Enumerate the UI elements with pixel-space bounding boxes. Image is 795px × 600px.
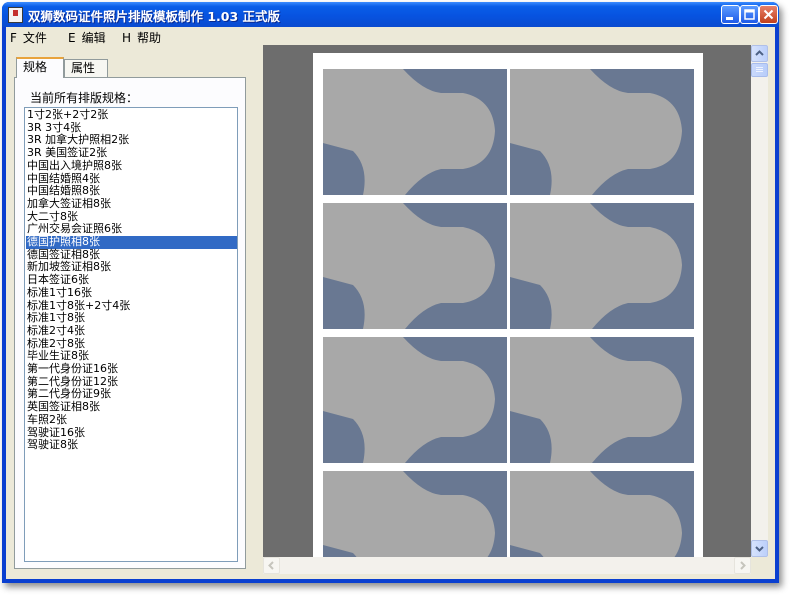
chevron-down-icon [755,546,764,552]
scroll-up-button[interactable] [751,45,768,62]
spec-list-item[interactable]: 标准1寸16张 [26,286,237,300]
print-sheet [313,53,703,557]
client-area: F 文件 E 编辑 H 帮助 规格 属性 当前所有排版规格： 1寸2张+2寸2张 3R … [6,27,775,579]
window-title: 双狮数码证件照片排版模板制作 1.03 正式版 [28,9,281,24]
app-window: 双狮数码证件照片排版模板制作 1.03 正式版 F 文件 E 编辑 H 帮助 规格 属… [2,2,779,583]
scroll-right-button[interactable] [734,557,751,574]
title-bar[interactable]: 双狮数码证件照片排版模板制作 1.03 正式版 [2,2,779,27]
person-silhouette-icon [510,69,694,195]
tab-properties[interactable]: 属性 [64,59,108,77]
id-photo-thumbnail [510,471,694,557]
spec-list-item[interactable]: 德国护照相8张 [26,235,237,249]
scroll-left-button[interactable] [263,557,280,574]
menu-edit[interactable]: E 编辑 [68,29,106,46]
spec-list-item[interactable]: 标准2寸4张 [26,324,237,338]
close-button[interactable] [759,5,778,24]
menu-bar: F 文件 E 编辑 H 帮助 [6,27,775,45]
menu-help-key: H [122,31,132,45]
minimize-button[interactable] [721,5,740,24]
id-photo-thumbnail [323,337,507,463]
minimize-icon [726,17,733,20]
menu-edit-key: E [68,31,76,45]
vertical-scroll-thumb[interactable] [751,63,768,77]
person-silhouette-icon [323,69,507,195]
scrollbar-corner [751,557,768,574]
close-icon [763,9,774,20]
id-photo-thumbnail [323,203,507,329]
maximize-icon [744,9,755,20]
vertical-scrollbar[interactable] [751,45,768,557]
chevron-up-icon [755,50,764,56]
layout-preview[interactable] [263,45,751,557]
spec-list-item[interactable]: 加拿大签证相8张 [26,197,237,211]
menu-file[interactable]: F 文件 [10,29,47,46]
app-icon[interactable] [8,7,23,23]
menu-file-label: 文件 [22,31,47,45]
horizontal-scrollbar[interactable] [263,557,751,574]
spec-list-item[interactable]: 中国出入境护照8张 [26,159,237,173]
maximize-button[interactable] [740,5,759,24]
person-silhouette-icon [323,203,507,329]
spec-list-item[interactable]: 中国结婚照8张 [26,184,237,198]
spec-list-label: 当前所有排版规格： [30,91,139,105]
menu-help-label: 帮助 [137,31,162,45]
spec-list-item[interactable]: 驾驶证8张 [26,438,237,452]
chevron-right-icon [740,561,746,570]
id-photo-thumbnail [323,471,507,557]
thumb-grip-icon [756,67,763,72]
id-photo-thumbnail [510,337,694,463]
menu-help[interactable]: H 帮助 [122,29,161,46]
person-silhouette-icon [323,337,507,463]
person-silhouette-icon [323,471,507,557]
person-silhouette-icon [510,203,694,329]
scroll-down-button[interactable] [751,540,768,557]
id-photo-thumbnail [510,69,694,195]
spec-list-item[interactable]: 标准1寸8张 [26,311,237,325]
spec-list-item[interactable]: 英国签证相8张 [26,400,237,414]
person-silhouette-icon [510,471,694,557]
menu-file-key: F [10,31,17,45]
spec-list-item[interactable]: 日本签证6张 [26,273,237,287]
id-photo-thumbnail [510,203,694,329]
menu-edit-label: 编辑 [81,31,106,45]
tab-spec[interactable]: 规格 [16,57,64,78]
spec-list-item[interactable]: 第一代身份证16张 [26,362,237,376]
person-silhouette-icon [510,337,694,463]
spec-list-item[interactable]: 车照2张 [26,413,237,427]
spec-list-item[interactable]: 1寸2张+2寸2张 [26,108,237,122]
spec-listbox[interactable]: 1寸2张+2寸2张 3R 3寸4张 3R 加拿大护照相2张 3R 美国签证2张 中国出入… [24,107,238,562]
spec-list-item[interactable]: 3R 美国签证2张 [26,146,237,160]
id-photo-thumbnail [323,69,507,195]
chevron-left-icon [268,561,274,570]
